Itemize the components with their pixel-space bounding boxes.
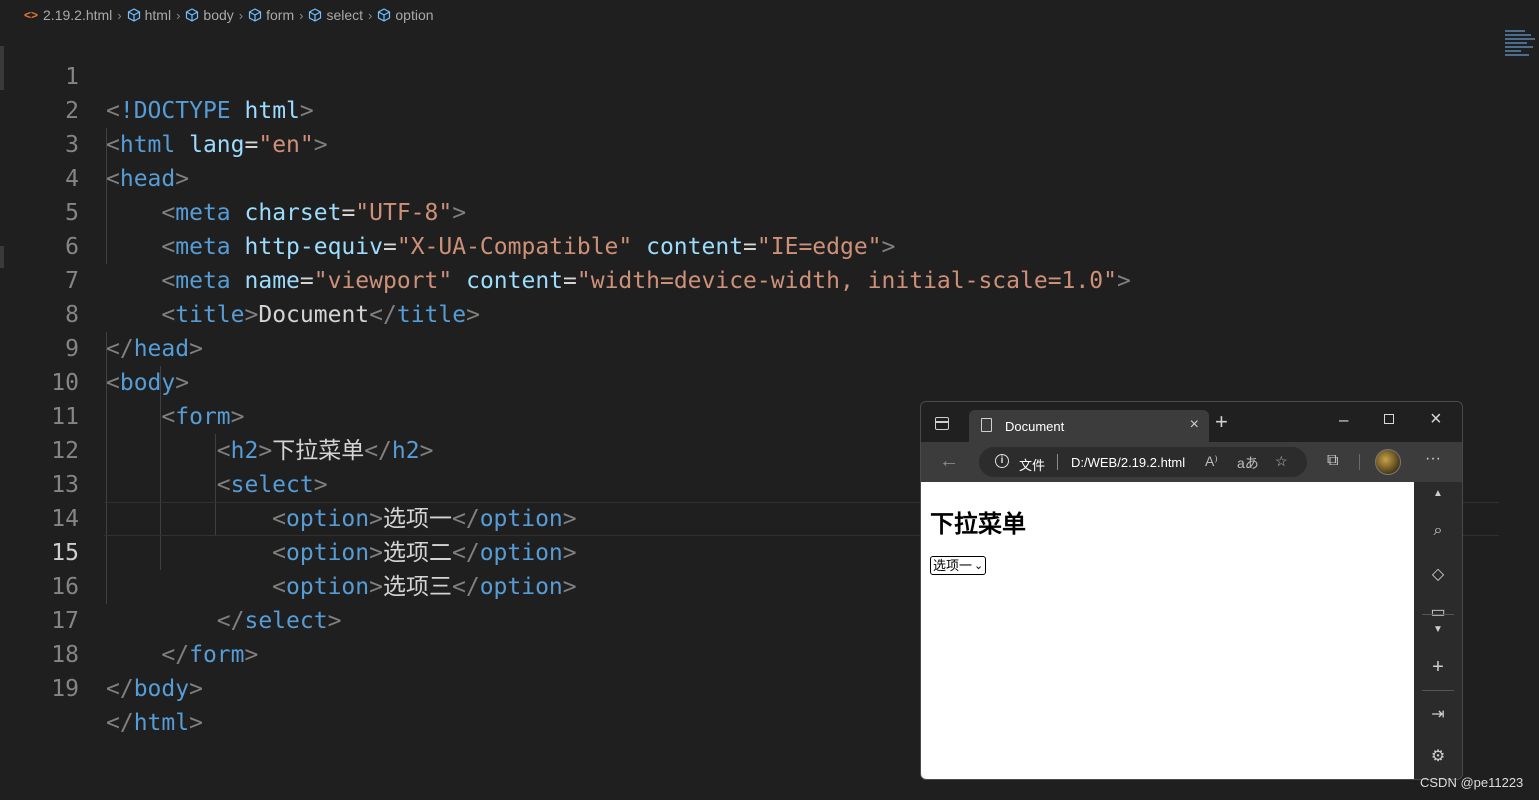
chevron-down-icon: ⌄ xyxy=(974,559,984,572)
divider xyxy=(1057,454,1058,470)
protocol-label: 文件 xyxy=(1019,458,1046,473)
watermark: CSDN @pe11223 xyxy=(1420,775,1524,790)
address-bar[interactable]: i 文件 D:/WEB/2.19.2.html A⁾ aあ ☆ xyxy=(979,447,1307,477)
close-tab-icon[interactable]: × xyxy=(1190,416,1199,434)
code-line: 9 <body> xyxy=(0,298,1539,396)
divider xyxy=(1422,614,1454,615)
breadcrumb-item-form[interactable]: form xyxy=(248,7,294,23)
shopping-tag-icon[interactable]: ◇ xyxy=(1429,564,1447,584)
page-viewport: 下拉菜单 选项一 ⌄ xyxy=(921,482,1414,779)
chevron-right-icon: › xyxy=(368,7,373,23)
breadcrumb-item-label: select xyxy=(326,7,364,23)
add-sidebar-app-icon[interactable]: + xyxy=(1429,656,1447,679)
new-tab-icon[interactable]: + xyxy=(1215,410,1228,434)
document-icon xyxy=(981,418,992,432)
read-aloud-icon[interactable]: A⁾ xyxy=(1205,453,1218,470)
breadcrumb-item-label: body xyxy=(203,7,234,23)
extensions-icon[interactable]: ⧉ xyxy=(1327,452,1338,470)
code-line: 4 <meta charset="UTF-8"> xyxy=(0,128,1539,226)
maximize-icon[interactable] xyxy=(1384,414,1394,424)
breadcrumb-file[interactable]: <> 2.19.2.html xyxy=(24,7,112,23)
select-value: 选项一 xyxy=(933,557,973,573)
page-heading: 下拉菜单 xyxy=(930,511,1026,538)
breadcrumb-item-body[interactable]: body xyxy=(185,7,234,23)
element-icon xyxy=(378,8,391,22)
code-line: 7 <title>Document</title> xyxy=(0,230,1539,328)
browser-toolbar: ← i 文件 D:/WEB/2.19.2.html A⁾ aあ ☆ ⧉ ··· xyxy=(921,442,1462,482)
scroll-down-icon[interactable]: ▼ xyxy=(1429,624,1447,635)
tab-actions-icon[interactable] xyxy=(935,417,949,430)
code-line: 6 <meta name="viewport" content="width=d… xyxy=(0,196,1539,294)
breadcrumb-item-label: form xyxy=(266,7,295,23)
close-window-icon[interactable]: × xyxy=(1430,408,1442,431)
scroll-up-icon[interactable]: ▲ xyxy=(1429,488,1447,499)
code-line: 2 <html lang="en"> xyxy=(0,60,1539,158)
element-icon xyxy=(186,8,199,22)
split-screen-icon[interactable]: ⇥ xyxy=(1429,704,1447,724)
breadcrumb-item-select[interactable]: select xyxy=(308,7,363,23)
code-line: 8 </head> xyxy=(0,264,1539,362)
code-line: 3 <head> xyxy=(0,94,1539,192)
divider xyxy=(1422,690,1454,691)
browser-titlebar: Document × + – × xyxy=(921,402,1462,442)
code-line: 11 <h2>下拉菜单</h2> xyxy=(0,366,1539,464)
code-line: 5 <meta http-equiv="X-UA-Compatible" con… xyxy=(0,162,1539,260)
breadcrumb-item-label: html xyxy=(144,7,172,23)
url-text[interactable]: D:/WEB/2.19.2.html xyxy=(1071,455,1185,470)
search-icon[interactable]: ⌕ xyxy=(1429,522,1447,540)
code-line: 1 <!DOCTYPE html> xyxy=(0,26,1539,124)
back-arrow-icon[interactable]: ← xyxy=(939,450,959,473)
add-favorite-icon[interactable]: ☆ xyxy=(1275,453,1288,470)
profile-avatar[interactable] xyxy=(1375,449,1401,475)
line-number: 19 xyxy=(51,676,79,702)
minimize-icon[interactable]: – xyxy=(1339,410,1348,430)
chevron-right-icon: › xyxy=(117,7,122,23)
browser-sidebar: ▲ ⌕ ◇ ▭ ▼ + ⇥ ⚙ xyxy=(1414,482,1462,779)
code-line: 10 <form> xyxy=(0,332,1539,430)
tools-icon[interactable]: ▭ xyxy=(1429,602,1447,622)
settings-gear-icon[interactable]: ⚙ xyxy=(1429,746,1447,766)
info-icon[interactable]: i xyxy=(995,454,1009,468)
divider xyxy=(1359,454,1360,470)
breadcrumb-item-html[interactable]: html xyxy=(127,7,171,23)
element-icon xyxy=(309,8,322,22)
element-icon xyxy=(127,8,140,22)
breadcrumb-item-label: option xyxy=(395,7,434,23)
breadcrumb-item-option[interactable]: option xyxy=(377,7,434,23)
browser-tab[interactable]: Document × xyxy=(969,410,1209,442)
chevron-right-icon: › xyxy=(299,7,304,23)
chevron-right-icon: › xyxy=(238,7,244,23)
dropdown-select[interactable]: 选项一 ⌄ xyxy=(930,556,987,575)
element-icon xyxy=(249,8,262,22)
more-options-icon[interactable]: ··· xyxy=(1425,450,1441,468)
chevron-right-icon: › xyxy=(176,7,181,23)
translate-icon[interactable]: aあ xyxy=(1237,453,1259,473)
minimap[interactable] xyxy=(1505,28,1537,64)
html-file-icon: <> xyxy=(24,8,39,22)
browser-window[interactable]: Document × + – × ← i 文件 D:/WEB/2.19.2.ht… xyxy=(920,401,1463,780)
breadcrumb-file-label: 2.19.2.html xyxy=(43,7,113,23)
tab-title: Document xyxy=(1005,419,1065,434)
